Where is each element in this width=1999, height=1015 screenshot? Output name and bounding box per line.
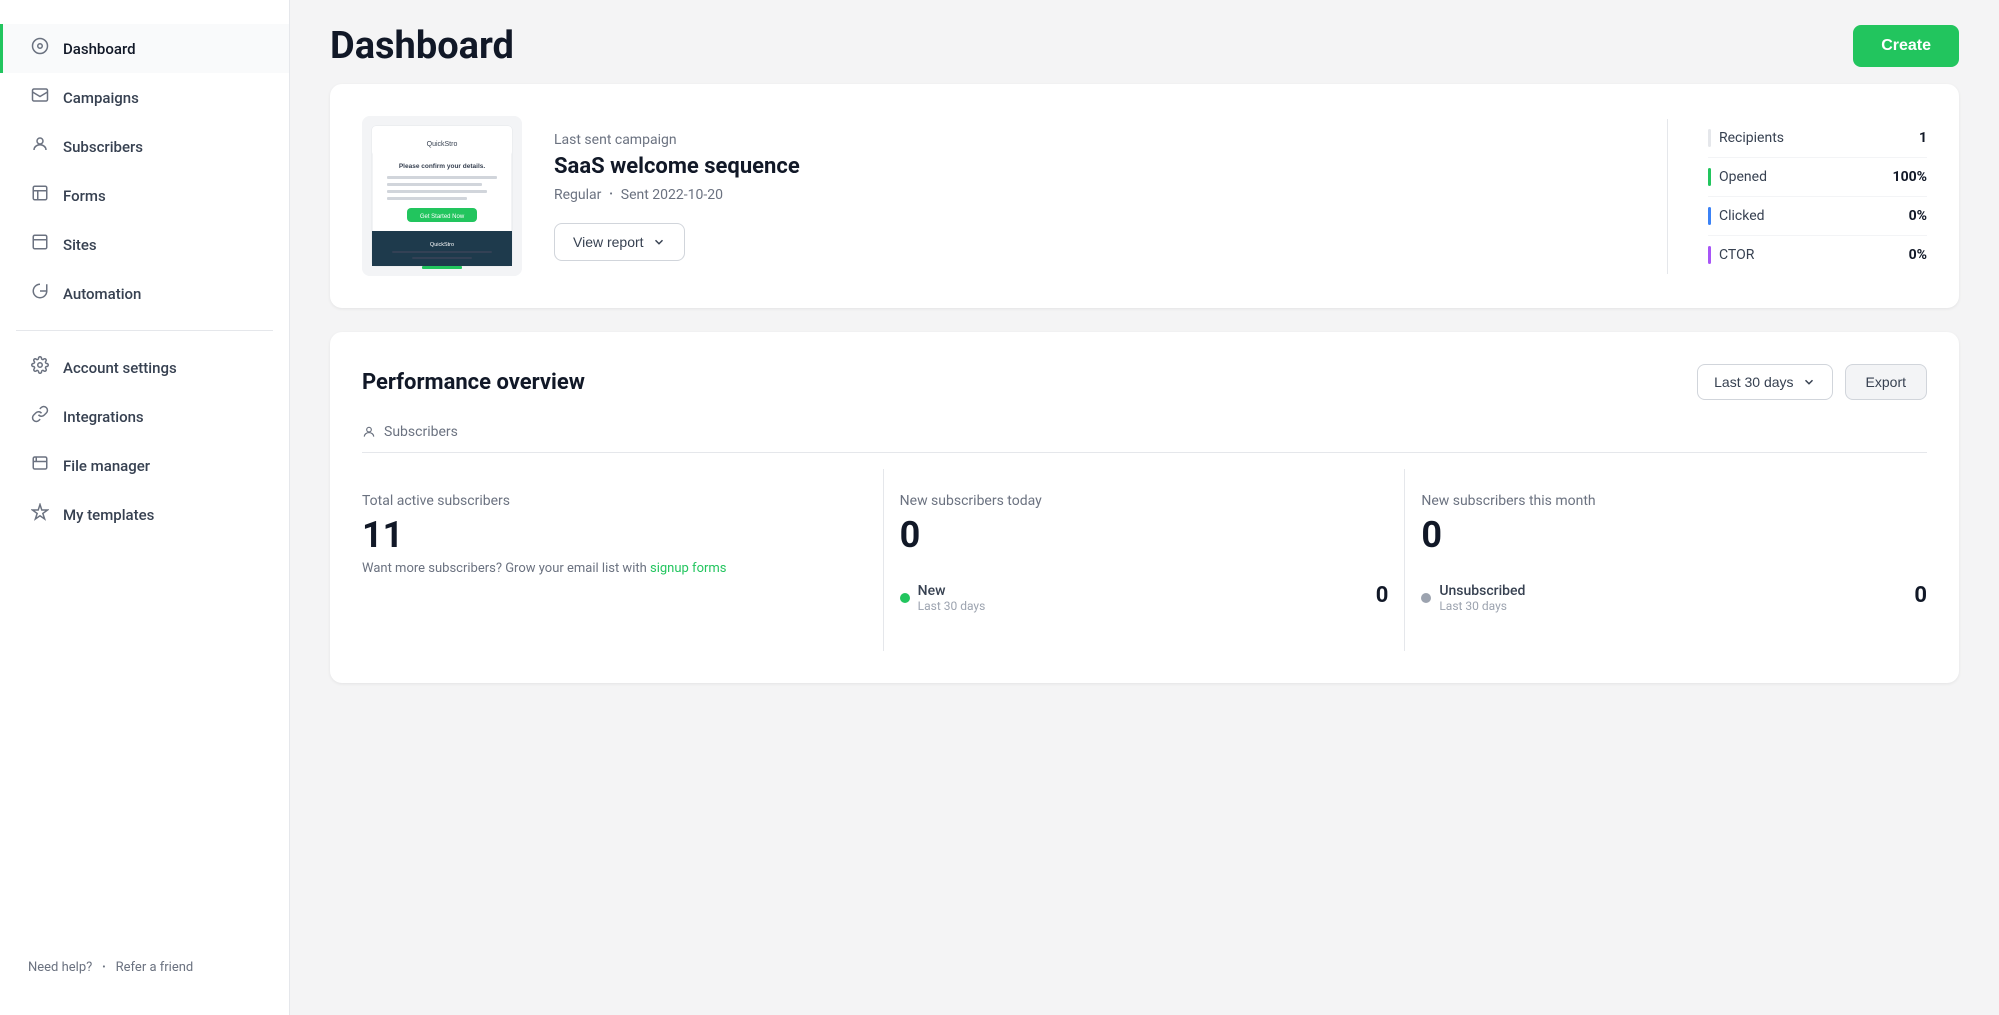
stat-row-opened: Opened 100% [1708,158,1927,197]
new-sublabel: Last 30 days [918,599,986,613]
new-month-label: New subscribers this month [1421,493,1927,509]
campaign-stats: Recipients 1 Opened 100% Clicked [1667,119,1927,274]
unsubscribed-value: 0 [1914,583,1927,608]
stat-row-clicked: Clicked 0% [1708,197,1927,236]
sidebar-item-subscribers[interactable]: Subscribers [0,122,289,171]
campaign-meta-dot: • [609,189,612,200]
ctor-value: 0% [1909,247,1927,263]
svg-text:Get Started Now: Get Started Now [420,214,465,220]
sub-row-new: New Last 30 days 0 [900,569,1389,627]
svg-text:QuickStro: QuickStro [427,141,458,148]
signup-forms-link[interactable]: signup forms [650,561,727,576]
account-settings-icon [31,356,49,379]
export-button[interactable]: Export [1845,364,1927,400]
ctor-label: CTOR [1719,247,1754,263]
unsubscribed-sublabel: Last 30 days [1439,599,1525,613]
clicked-value: 0% [1909,208,1927,224]
new-month-value: 0 [1421,517,1927,553]
sidebar-nav: Dashboard Campaigns Subscribers Forms Si… [0,24,289,944]
clicked-label: Clicked [1719,208,1765,224]
main-content: Dashboard Create QuickStro Please confir… [290,0,1999,1015]
chevron-down-icon [652,235,666,249]
create-button[interactable]: Create [1853,25,1959,67]
campaign-type: Regular [554,187,601,203]
file-manager-icon [31,454,49,477]
new-today-label: New subscribers today [900,493,1389,509]
subscribers-section-label: Subscribers [384,424,458,440]
page-header: Dashboard Create [290,0,1999,84]
dashboard-icon [31,37,49,60]
svg-text:QuickStro: QuickStro [430,242,454,248]
subscribers-icon [31,135,49,158]
my-templates-icon [31,503,49,526]
sub-row-unsubscribed: Unsubscribed Last 30 days 0 [1421,569,1927,627]
total-active-label: Total active subscribers [362,493,867,509]
performance-controls: Last 30 days Export [1697,364,1927,400]
new-today-sub-grid: New Last 30 days 0 [900,561,1389,627]
stat-row-recipients: Recipients 1 [1708,119,1927,158]
forms-icon [31,184,49,207]
clicked-bar [1708,207,1711,225]
subscribers-grid: Total active subscribers 11 Want more su… [362,469,1927,651]
sidebar-item-forms[interactable]: Forms [0,171,289,220]
unsubscribed-label: Unsubscribed [1439,583,1525,599]
sidebar-item-my-templates[interactable]: My templates [0,490,289,539]
campaign-label: Last sent campaign [554,132,1635,148]
total-active-value: 11 [362,517,867,553]
sidebar-item-file-manager[interactable]: File manager [0,441,289,490]
total-active-cell: Total active subscribers 11 Want more su… [362,469,884,651]
sidebar-item-campaigns[interactable]: Campaigns [0,73,289,122]
period-select-button[interactable]: Last 30 days [1697,364,1832,400]
page-title: Dashboard [330,24,514,68]
campaign-name: SaaS welcome sequence [554,154,1635,179]
campaign-meta: Regular • Sent 2022-10-20 [554,187,1635,203]
recipients-value: 1 [1919,130,1927,146]
integrations-icon [31,405,49,428]
refer-friend-link[interactable]: Refer a friend [116,960,194,975]
performance-title: Performance overview [362,370,585,395]
stat-row-ctor: CTOR 0% [1708,236,1927,274]
view-report-button[interactable]: View report [554,223,685,261]
new-today-cell: New subscribers today 0 New Last 30 days [884,469,1406,651]
ctor-bar [1708,246,1711,264]
content-area: QuickStro Please confirm your details. G… [290,84,1999,723]
subscribers-header: Subscribers [362,424,1927,453]
opened-label: Opened [1719,169,1767,185]
new-label: New [918,583,986,599]
period-chevron-icon [1802,375,1816,389]
opened-bar [1708,168,1711,186]
campaign-sent-date: Sent 2022-10-20 [621,187,723,203]
sidebar-item-automation[interactable]: Automation [0,269,289,318]
subscribers-section-icon [362,425,376,439]
sidebar-item-account-settings[interactable]: Account settings [0,343,289,392]
new-month-sub-grid: Unsubscribed Last 30 days 0 [1421,561,1927,627]
footer-separator: • [102,962,105,973]
campaigns-icon [31,86,49,109]
sidebar-item-integrations[interactable]: Integrations [0,392,289,441]
performance-card: Performance overview Last 30 days Export… [330,332,1959,683]
total-active-note: Want more subscribers? Grow your email l… [362,561,867,576]
sidebar: Dashboard Campaigns Subscribers Forms Si… [0,0,290,1015]
campaign-card: QuickStro Please confirm your details. G… [330,84,1959,308]
unsubscribed-dot-indicator [1421,593,1431,603]
campaign-preview-image: QuickStro Please confirm your details. G… [362,116,522,276]
subscribers-section: Subscribers Total active subscribers 11 … [362,424,1927,651]
new-dot-indicator [900,593,910,603]
campaign-info: Last sent campaign SaaS welcome sequence… [554,132,1635,261]
performance-header: Performance overview Last 30 days Export [362,364,1927,400]
recipients-label: Recipients [1719,130,1784,146]
svg-text:Please confirm your details.: Please confirm your details. [399,163,486,170]
sites-icon [31,233,49,256]
need-help-link[interactable]: Need help? [28,960,92,975]
automation-icon [31,282,49,305]
new-month-cell: New subscribers this month 0 Unsubscribe… [1405,469,1927,651]
sidebar-item-sites[interactable]: Sites [0,220,289,269]
sidebar-item-dashboard[interactable]: Dashboard [0,24,289,73]
new-value: 0 [1376,583,1389,608]
recipients-bar [1708,129,1711,147]
opened-value: 100% [1893,169,1927,185]
sidebar-footer: Need help? • Refer a friend [0,944,289,991]
new-today-value: 0 [900,517,1389,553]
sidebar-divider [16,330,273,331]
